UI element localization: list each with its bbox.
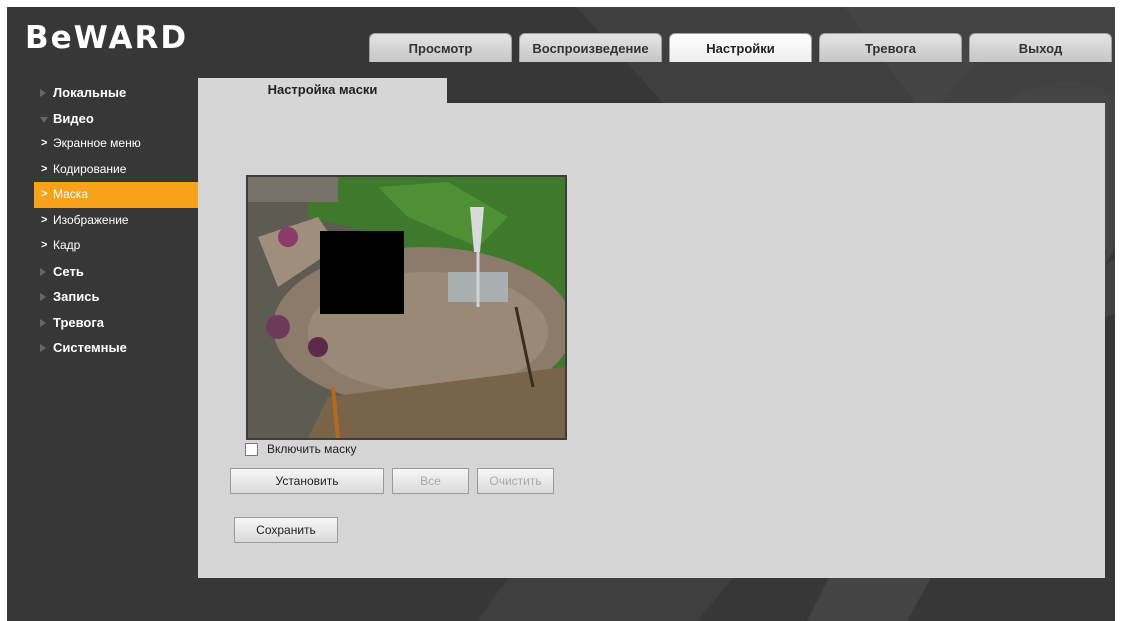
sidebar-item-label: Маска [53,187,88,201]
all-button[interactable]: Все [392,468,469,494]
sidebar-item-image[interactable]: > Изображение [35,208,200,234]
collapsed-arrow-icon [40,89,46,97]
sidebar-item-record[interactable]: Запись [35,284,200,310]
sidebar-item-label: Системные [53,340,127,355]
enable-mask-label: Включить маску [267,442,357,456]
panel-title-tab: Настройка маски [198,78,447,103]
sidebar-item-system[interactable]: Системные [35,335,200,361]
sidebar-item-label: Экранное меню [53,136,141,150]
sidebar-item-network[interactable]: Сеть [35,259,200,285]
set-button[interactable]: Установить [230,468,384,494]
clear-button[interactable]: Очистить [477,468,554,494]
sidebar-item-mask[interactable]: > Маска [34,182,200,208]
chevron-right-icon: > [41,137,48,149]
tab-logout[interactable]: Выход [969,33,1112,62]
sidebar-item-label: Запись [53,289,100,304]
collapsed-arrow-icon [40,293,46,301]
app-frame: BeWARD Просмотр Воспроизведение Настройк… [7,7,1115,621]
sidebar-item-label: Изображение [53,212,129,227]
tab-playback[interactable]: Воспроизведение [519,33,662,62]
sidebar-item-label: Тревога [53,314,105,330]
beward-logo: BeWARD [25,20,189,56]
sidebar-item-frame[interactable]: > Кадр [35,233,200,259]
chevron-right-icon: > [41,188,48,200]
collapsed-arrow-icon [40,267,46,276]
sidebar-item-osd[interactable]: > Экранное меню [35,131,200,157]
sidebar-item-label: Видео [53,110,94,126]
sidebar-item-label: Кодирование [53,161,127,176]
sidebar-item-alarm[interactable]: Тревога [35,310,200,336]
sidebar-item-label: Локальные [53,85,127,100]
collapsed-arrow-icon [40,318,46,327]
sidebar-item-video[interactable]: Видео [35,106,200,132]
camera-preview[interactable] [246,175,567,440]
tab-view[interactable]: Просмотр [369,33,512,62]
tab-alarm[interactable]: Тревога [819,33,962,62]
save-button[interactable]: Сохранить [234,517,338,543]
sidebar-item-label: Сеть [53,263,84,279]
tab-settings[interactable]: Настройки [669,33,812,62]
mask-region[interactable] [320,231,404,314]
sidebar-nav: Локальные Видео > Экранное меню > Кодиро… [34,80,200,361]
sidebar-item-label: Кадр [53,238,81,252]
chevron-right-icon: > [41,239,48,251]
chevron-right-icon: > [41,162,48,175]
sidebar-item-encoding[interactable]: > Кодирование [35,157,200,183]
expanded-arrow-icon [40,116,48,123]
camera-scene-image [248,177,565,438]
mask-settings-panel: Включить маску Установить Все Очистить С… [198,103,1105,578]
collapsed-arrow-icon [40,344,46,352]
chevron-right-icon: > [41,213,48,226]
enable-mask-row[interactable]: Включить маску [245,442,357,457]
enable-mask-checkbox[interactable] [245,443,258,457]
sidebar-item-local[interactable]: Локальные [35,80,200,106]
